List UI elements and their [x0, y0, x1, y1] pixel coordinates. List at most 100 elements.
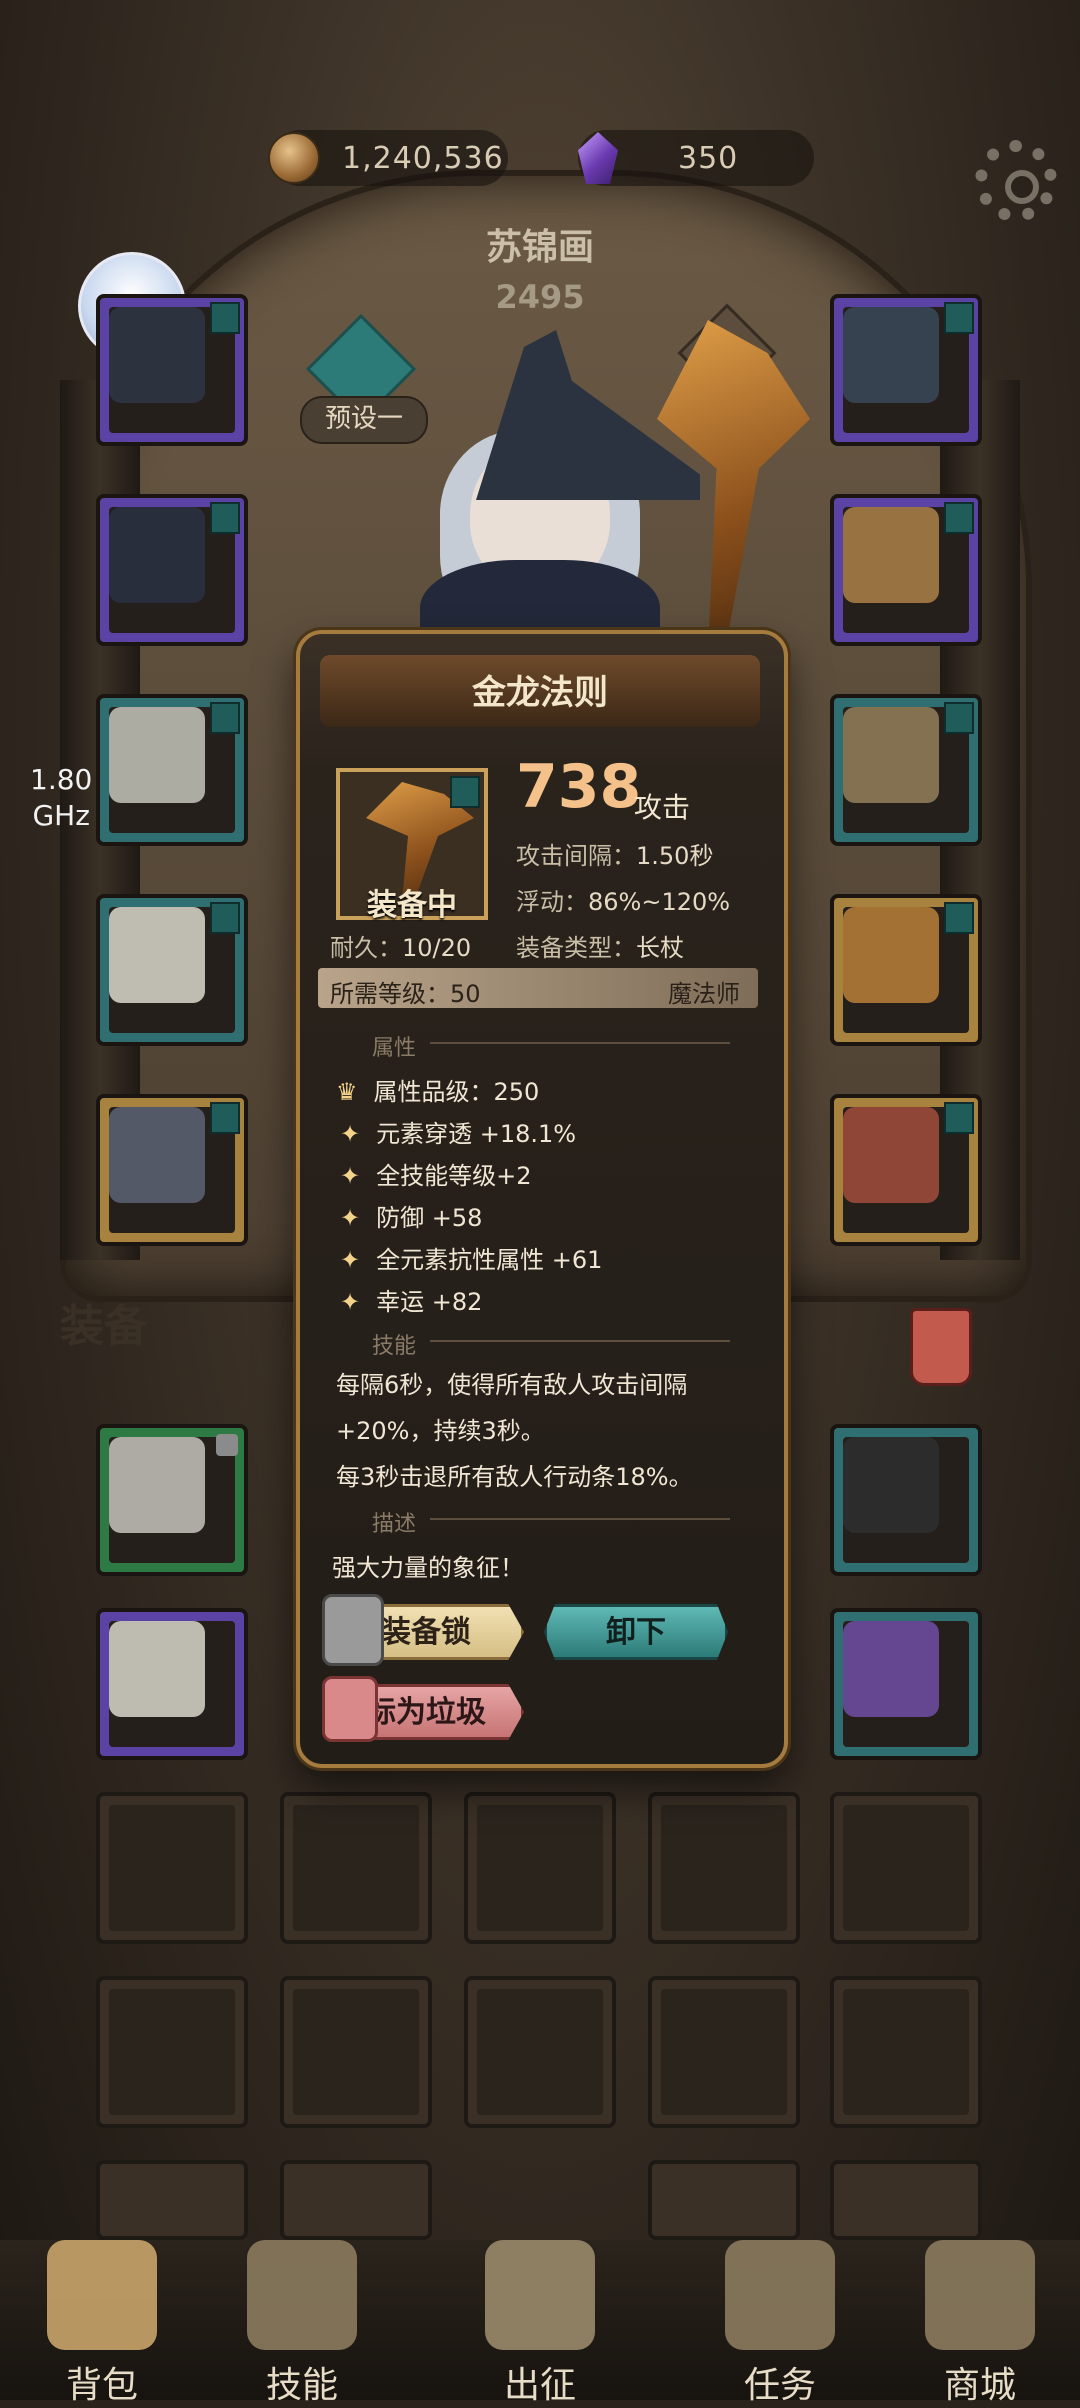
cpu-frequency-unit: GHz: [32, 799, 90, 832]
durability-value: 10/20: [402, 934, 472, 962]
gauntlet-icon: [109, 707, 205, 803]
inventory-slot[interactable]: [830, 1608, 982, 1760]
dress-icon: [109, 507, 205, 603]
inventory-slot-empty[interactable]: [280, 1976, 432, 2128]
attribute-row: ✦ 防御 +58: [340, 1198, 482, 1233]
section-skill-title: 技能: [372, 1334, 417, 1359]
rarity-flag-icon: [944, 502, 974, 534]
equip-type-label: 装备类型：: [516, 934, 636, 962]
inventory-slot[interactable]: [830, 1424, 982, 1576]
nav-label: 出征: [503, 2365, 576, 2406]
equip-slot-pants[interactable]: [96, 894, 248, 1046]
settings-gear-icon[interactable]: [975, 140, 1057, 222]
inventory-slot[interactable]: [96, 1424, 248, 1576]
gem-amount: 350: [678, 140, 739, 176]
equip-slot-gloves[interactable]: [96, 694, 248, 846]
attack-interval-row: 攻击间隔：1.50秒: [516, 836, 713, 871]
equip-slot-ring-1[interactable]: [830, 494, 982, 646]
float-value: 86%~120%: [588, 888, 731, 916]
nav-backpack[interactable]: 背包: [12, 2240, 192, 2408]
crystal-armor-icon: [843, 1621, 939, 1717]
inventory-slot-empty[interactable]: [96, 2160, 248, 2240]
durability-row: 耐久：10/20: [330, 928, 471, 963]
rarity-flag-icon: [210, 902, 240, 934]
star-bullet-icon: ✦: [340, 1288, 361, 1316]
inventory-slot-empty[interactable]: [648, 1792, 800, 1944]
rarity-flag-icon: [210, 702, 240, 734]
attribute-row: ✦ 全元素抗性属性 +61: [340, 1240, 602, 1275]
gold-coin-icon: [268, 132, 320, 184]
equip-type-row: 装备类型：长杖: [516, 928, 684, 963]
spellbook-icon: [843, 1107, 939, 1203]
nav-label: 背包: [65, 2365, 138, 2406]
rarity-flag-icon: [944, 1102, 974, 1134]
attribute-grade-row: ♛ 属性品级：250: [336, 1072, 539, 1107]
gold-counter: 1,240,536: [268, 130, 508, 186]
inventory-slot-empty[interactable]: [648, 2160, 800, 2240]
tab-equipment[interactable]: 装备: [60, 1290, 148, 1354]
star-bullet-icon: ✦: [340, 1162, 361, 1190]
quest-scroll-icon: [725, 2240, 835, 2350]
rarity-flag-icon: [944, 302, 974, 334]
attack-value: 738: [516, 752, 642, 822]
equip-slot-ring-2[interactable]: [830, 694, 982, 846]
attribute-row: ✦ 元素穿透 +18.1%: [340, 1114, 576, 1149]
shorts-icon: [109, 1621, 205, 1717]
equipped-badge: 装备中: [367, 888, 457, 923]
equip-slot-necklace[interactable]: [830, 294, 982, 446]
nav-shop[interactable]: 商城: [890, 2240, 1070, 2408]
preset-selector[interactable]: 预设一: [300, 396, 428, 444]
item-name: 金龙法则: [472, 673, 608, 713]
nav-quests[interactable]: 任务: [690, 2240, 870, 2408]
equip-type-value: 长杖: [636, 934, 684, 962]
inventory-slot-empty[interactable]: [96, 1792, 248, 1944]
ring-icon: [843, 507, 939, 603]
attribute-text: 全元素抗性属性 +61: [376, 1246, 603, 1274]
ring-icon: [843, 1437, 939, 1533]
required-level: 所需等级：50: [330, 974, 481, 1009]
inventory-slot-empty[interactable]: [464, 1976, 616, 2128]
inventory-slot-empty[interactable]: [648, 1976, 800, 2128]
attribute-text: 全技能等级+2: [376, 1162, 532, 1190]
attack-interval-label: 攻击间隔：: [516, 842, 636, 870]
star-bullet-icon: ✦: [340, 1120, 361, 1148]
equip-slot-hat[interactable]: [96, 294, 248, 446]
inventory-slot-empty[interactable]: [96, 1976, 248, 2128]
rarity-flag-icon: [450, 776, 480, 808]
attribute-grade-value: 250: [493, 1078, 540, 1106]
skill-description-line: 每3秒击退所有敌人行动条18%。: [336, 1463, 693, 1491]
nav-label: 任务: [743, 2365, 816, 2406]
inventory-slot-empty[interactable]: [830, 2160, 982, 2240]
attack-unit: 攻击: [634, 791, 691, 824]
inventory-slot-empty[interactable]: [830, 1792, 982, 1944]
inventory-slot-empty[interactable]: [280, 2160, 432, 2240]
necklace-icon: [843, 307, 939, 403]
equip-slot-dress[interactable]: [96, 494, 248, 646]
section-attributes-title: 属性: [372, 1036, 417, 1061]
skill-description-line: +20%，持续3秒。: [336, 1417, 545, 1445]
backpack-icon: [47, 2240, 157, 2350]
required-level-label: 所需等级：: [330, 980, 450, 1008]
inventory-slot-empty[interactable]: [280, 1792, 432, 1944]
trash-bin-icon[interactable]: [910, 1308, 972, 1386]
nav-skills[interactable]: 技能: [212, 2240, 392, 2408]
equip-slot-boots[interactable]: [96, 1094, 248, 1246]
gem-counter: 350: [578, 130, 814, 186]
skill-book-icon: [247, 2240, 357, 2350]
lotus-icon: ♛: [336, 1078, 358, 1106]
unequip-button[interactable]: 卸下: [544, 1604, 728, 1660]
inventory-slot-empty[interactable]: [464, 1792, 616, 1944]
inventory-slot-empty[interactable]: [830, 1976, 982, 2128]
nav-battle[interactable]: 出征: [450, 2240, 630, 2408]
inventory-slot[interactable]: [96, 1608, 248, 1760]
star-bullet-icon: ✦: [340, 1204, 361, 1232]
equip-slot-weapon[interactable]: [830, 894, 982, 1046]
section-divider: [430, 1340, 730, 1342]
section-divider: [430, 1042, 730, 1044]
attribute-row: ✦ 全技能等级+2: [340, 1156, 532, 1191]
equip-slot-offhand[interactable]: [830, 1094, 982, 1246]
attribute-text: 防御 +58: [376, 1204, 483, 1232]
skill-description-line: 每隔6秒，使得所有敌人攻击间隔: [336, 1371, 688, 1399]
section-divider: [430, 1518, 730, 1520]
float-row: 浮动：86%~120%: [516, 882, 730, 917]
